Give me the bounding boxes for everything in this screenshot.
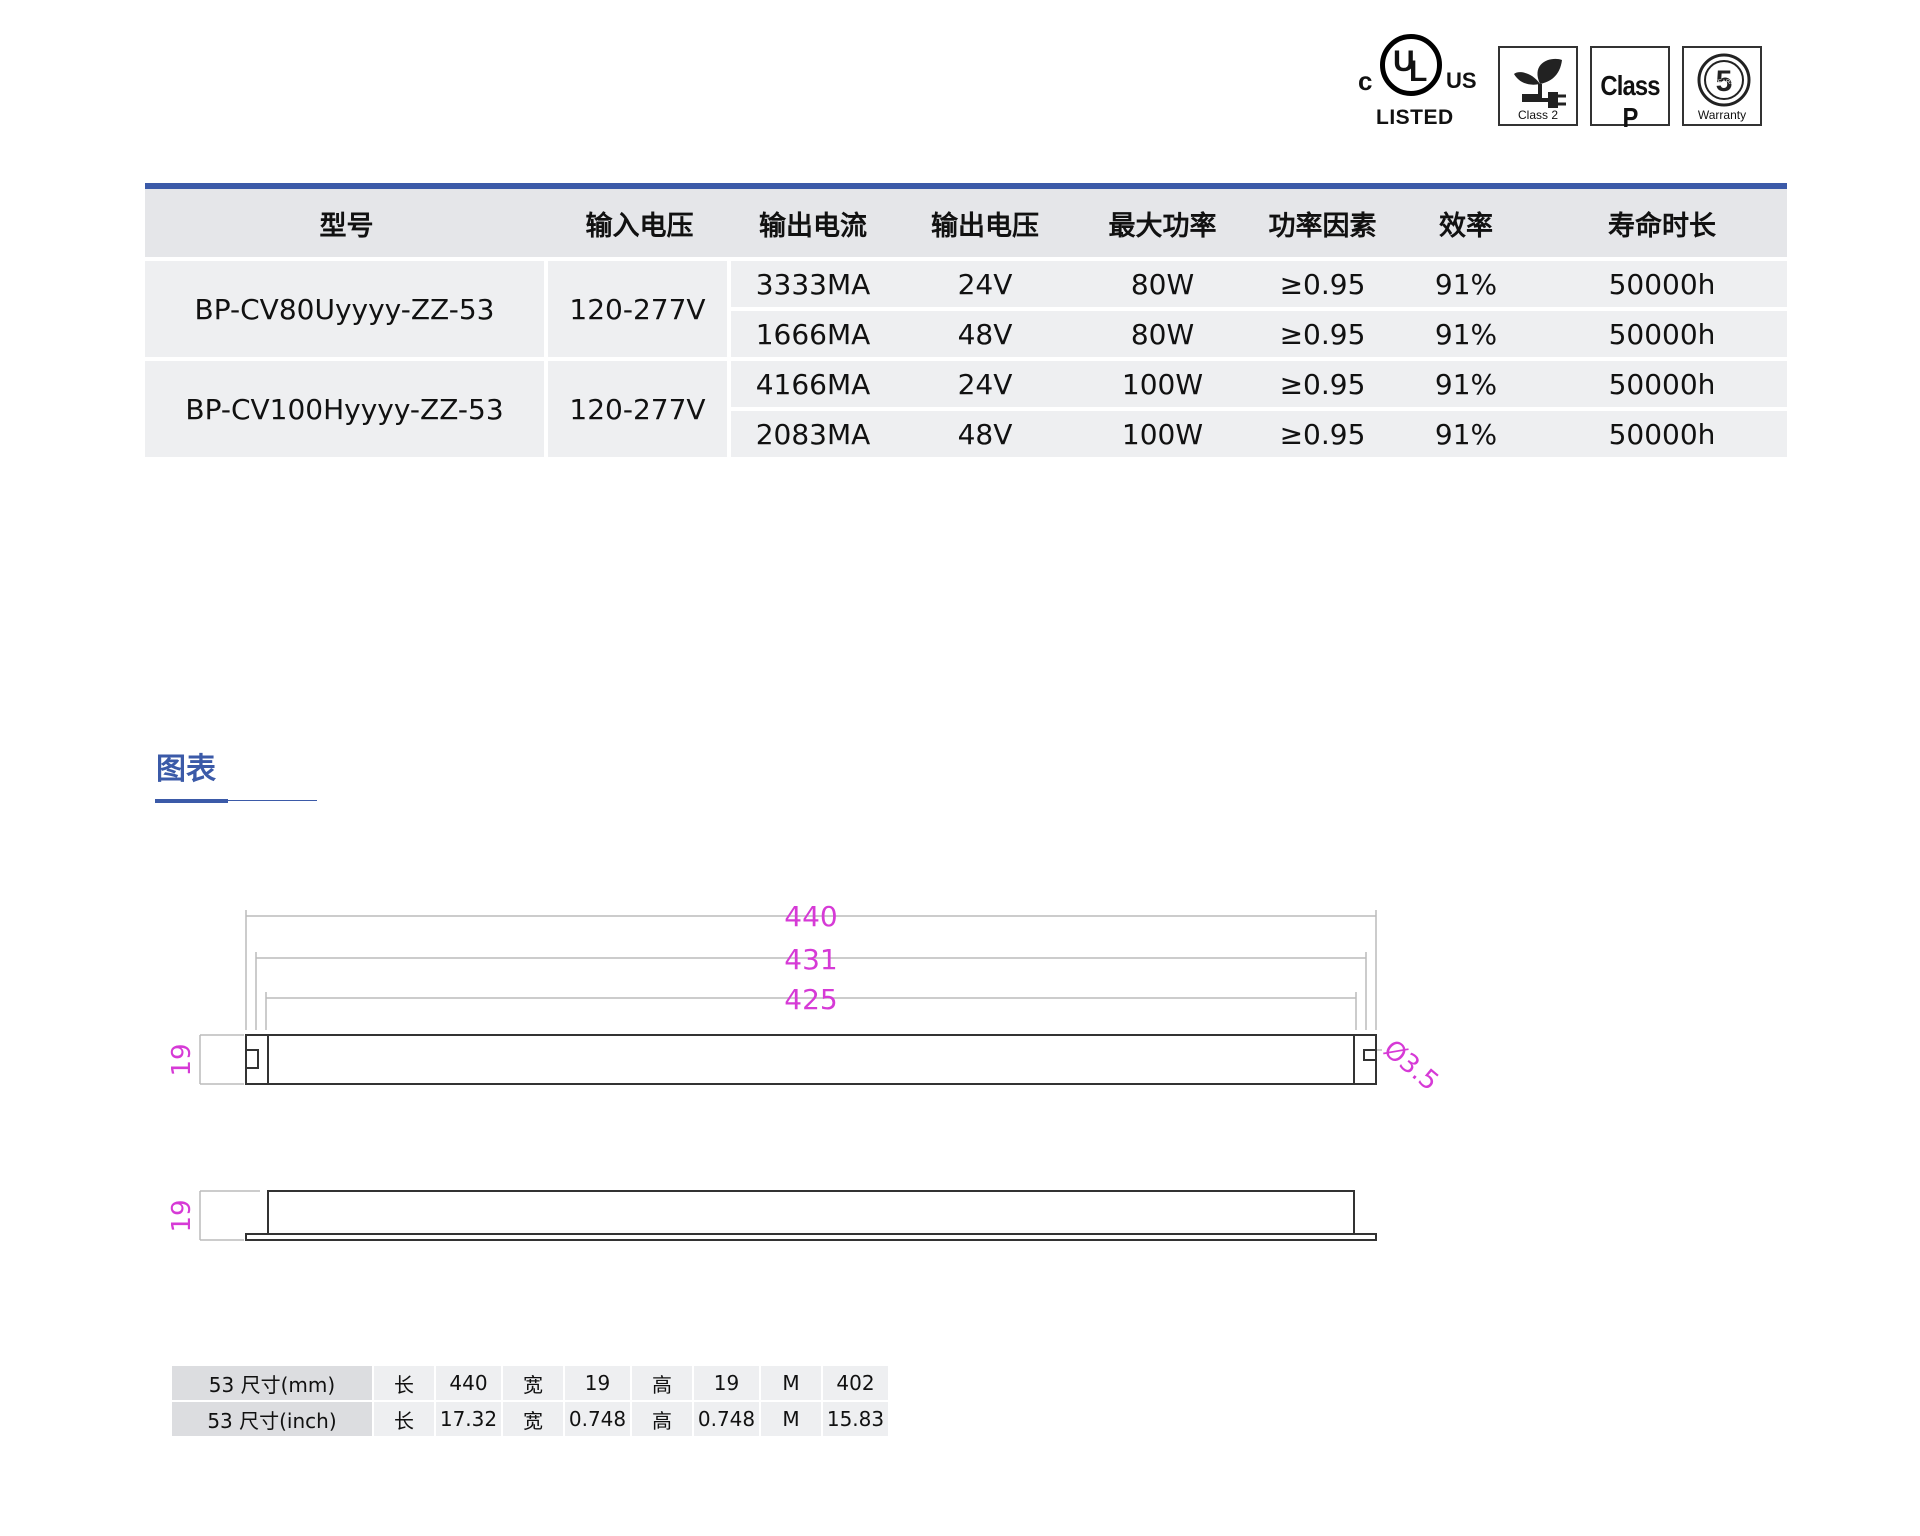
header-power-factor: 功率因素 xyxy=(1250,189,1395,257)
class2-caption: Class 2 xyxy=(1517,108,1558,122)
efficiency-cell: 91% xyxy=(1395,307,1537,357)
power-cell: 80W xyxy=(1075,257,1250,307)
spec-table: 型号 输入电压 输出电流 输出电压 最大功率 功率因素 效率 寿命时长 BP-C… xyxy=(145,183,1787,457)
class2-badge: Class 2 xyxy=(1498,46,1578,126)
table-row: 53 尺寸(mm) 长 440 宽 19 高 19 M 402 xyxy=(170,1366,888,1402)
warranty-caption: Warranty xyxy=(1697,108,1747,122)
current-cell: 1666MA xyxy=(731,307,895,357)
top-view-outline xyxy=(245,1034,1377,1085)
warranty-badge: 5 YEARS Warranty xyxy=(1682,46,1762,126)
ul-c-mark: c xyxy=(1358,66,1373,96)
efficiency-cell: 91% xyxy=(1395,407,1537,457)
height-label: 高 xyxy=(630,1402,692,1438)
classp-label: Class P xyxy=(1600,70,1660,133)
section-underline-accent xyxy=(155,799,228,803)
table-row: BP-CV100Hyyyy-ZZ-53 120-277V 4166MA 24V … xyxy=(145,357,1787,457)
width-label: 宽 xyxy=(501,1366,563,1402)
header-max-power: 最大功率 xyxy=(1075,189,1250,257)
current-cell: 4166MA xyxy=(731,357,895,407)
lifetime-cell: 50000h xyxy=(1537,357,1787,407)
height-label: 高 xyxy=(630,1366,692,1402)
dim-mount-length: 431 xyxy=(784,943,837,976)
pf-cell: ≥0.95 xyxy=(1250,307,1395,357)
header-output-current: 输出电流 xyxy=(731,189,895,257)
header-output-voltage: 输出电压 xyxy=(895,189,1075,257)
pf-cell: ≥0.95 xyxy=(1250,407,1395,457)
side-view-outline xyxy=(245,1190,1377,1241)
voltage-cell: 24V xyxy=(895,257,1075,307)
ul-us-mark: US xyxy=(1446,68,1477,93)
certification-logos: c U L US LISTED Class 2 Class P 5 YEARS … xyxy=(1350,30,1780,140)
model-cell: BP-CV80Uyyyy-ZZ-53 xyxy=(145,257,548,357)
table-header-row: 型号 输入电压 输出电流 输出电压 最大功率 功率因素 效率 寿命时长 xyxy=(145,189,1787,257)
voltage-cell: 24V xyxy=(895,357,1075,407)
efficiency-cell: 91% xyxy=(1395,357,1537,407)
length-label: 长 xyxy=(372,1366,434,1402)
ul-listed-text: LISTED xyxy=(1376,106,1454,129)
dim-overall-length: 440 xyxy=(784,900,837,933)
height-value: 0.748 xyxy=(692,1402,759,1438)
mount-label: M xyxy=(759,1366,821,1402)
mount-label: M xyxy=(759,1402,821,1438)
section-title: 图表 xyxy=(156,752,216,787)
ul-listed-logo: c U L US LISTED xyxy=(1350,30,1480,135)
table-row: 53 尺寸(inch) 长 17.32 宽 0.748 高 0.748 M 15… xyxy=(170,1402,888,1438)
dim-body-length: 425 xyxy=(784,983,837,1016)
dims-row-label: 53 尺寸(mm) xyxy=(170,1366,372,1402)
header-model: 型号 xyxy=(145,189,548,257)
height-value: 19 xyxy=(692,1366,759,1402)
dimensions-table: 53 尺寸(mm) 长 440 宽 19 高 19 M 402 53 尺寸(in… xyxy=(170,1366,888,1438)
voltage-cell: 48V xyxy=(895,407,1075,457)
header-input-voltage: 输入电压 xyxy=(548,189,731,257)
lifetime-cell: 50000h xyxy=(1537,307,1787,357)
width-label: 宽 xyxy=(501,1402,563,1438)
warranty-years: YEARS xyxy=(1714,80,1734,86)
width-value: 19 xyxy=(563,1366,630,1402)
power-cell: 100W xyxy=(1075,357,1250,407)
voltage-cell: 48V xyxy=(895,307,1075,357)
pf-cell: ≥0.95 xyxy=(1250,257,1395,307)
mount-value: 402 xyxy=(821,1366,888,1402)
header-efficiency: 效率 xyxy=(1395,189,1537,257)
lifetime-cell: 50000h xyxy=(1537,407,1787,457)
length-label: 长 xyxy=(372,1402,434,1438)
pf-cell: ≥0.95 xyxy=(1250,357,1395,407)
dim-height-top: 19 xyxy=(167,1043,197,1076)
ul-l-letter: L xyxy=(1409,55,1428,88)
current-cell: 2083MA xyxy=(731,407,895,457)
width-value: 0.748 xyxy=(563,1402,630,1438)
dims-row-label: 53 尺寸(inch) xyxy=(170,1402,372,1438)
lifetime-cell: 50000h xyxy=(1537,257,1787,307)
classp-badge: Class P xyxy=(1590,46,1670,133)
technical-drawing: 440 431 425 19 19 Ø3.5 xyxy=(167,900,1445,1241)
mount-value: 15.83 xyxy=(821,1402,888,1438)
dim-height-side: 19 xyxy=(167,1199,197,1232)
header-lifetime: 寿命时长 xyxy=(1537,189,1787,257)
power-cell: 100W xyxy=(1075,407,1250,457)
dim-hole-diameter: Ø3.5 xyxy=(1378,1034,1445,1097)
input-voltage-cell: 120-277V xyxy=(548,357,731,457)
length-value: 440 xyxy=(434,1366,501,1402)
length-value: 17.32 xyxy=(434,1402,501,1438)
efficiency-cell: 91% xyxy=(1395,257,1537,307)
table-row: BP-CV80Uyyyy-ZZ-53 120-277V 3333MA 24V 8… xyxy=(145,257,1787,357)
model-cell: BP-CV100Hyyyy-ZZ-53 xyxy=(145,357,548,457)
power-cell: 80W xyxy=(1075,307,1250,357)
input-voltage-cell: 120-277V xyxy=(548,257,731,357)
current-cell: 3333MA xyxy=(731,257,895,307)
ul-circle-icon: U L xyxy=(1380,34,1442,96)
